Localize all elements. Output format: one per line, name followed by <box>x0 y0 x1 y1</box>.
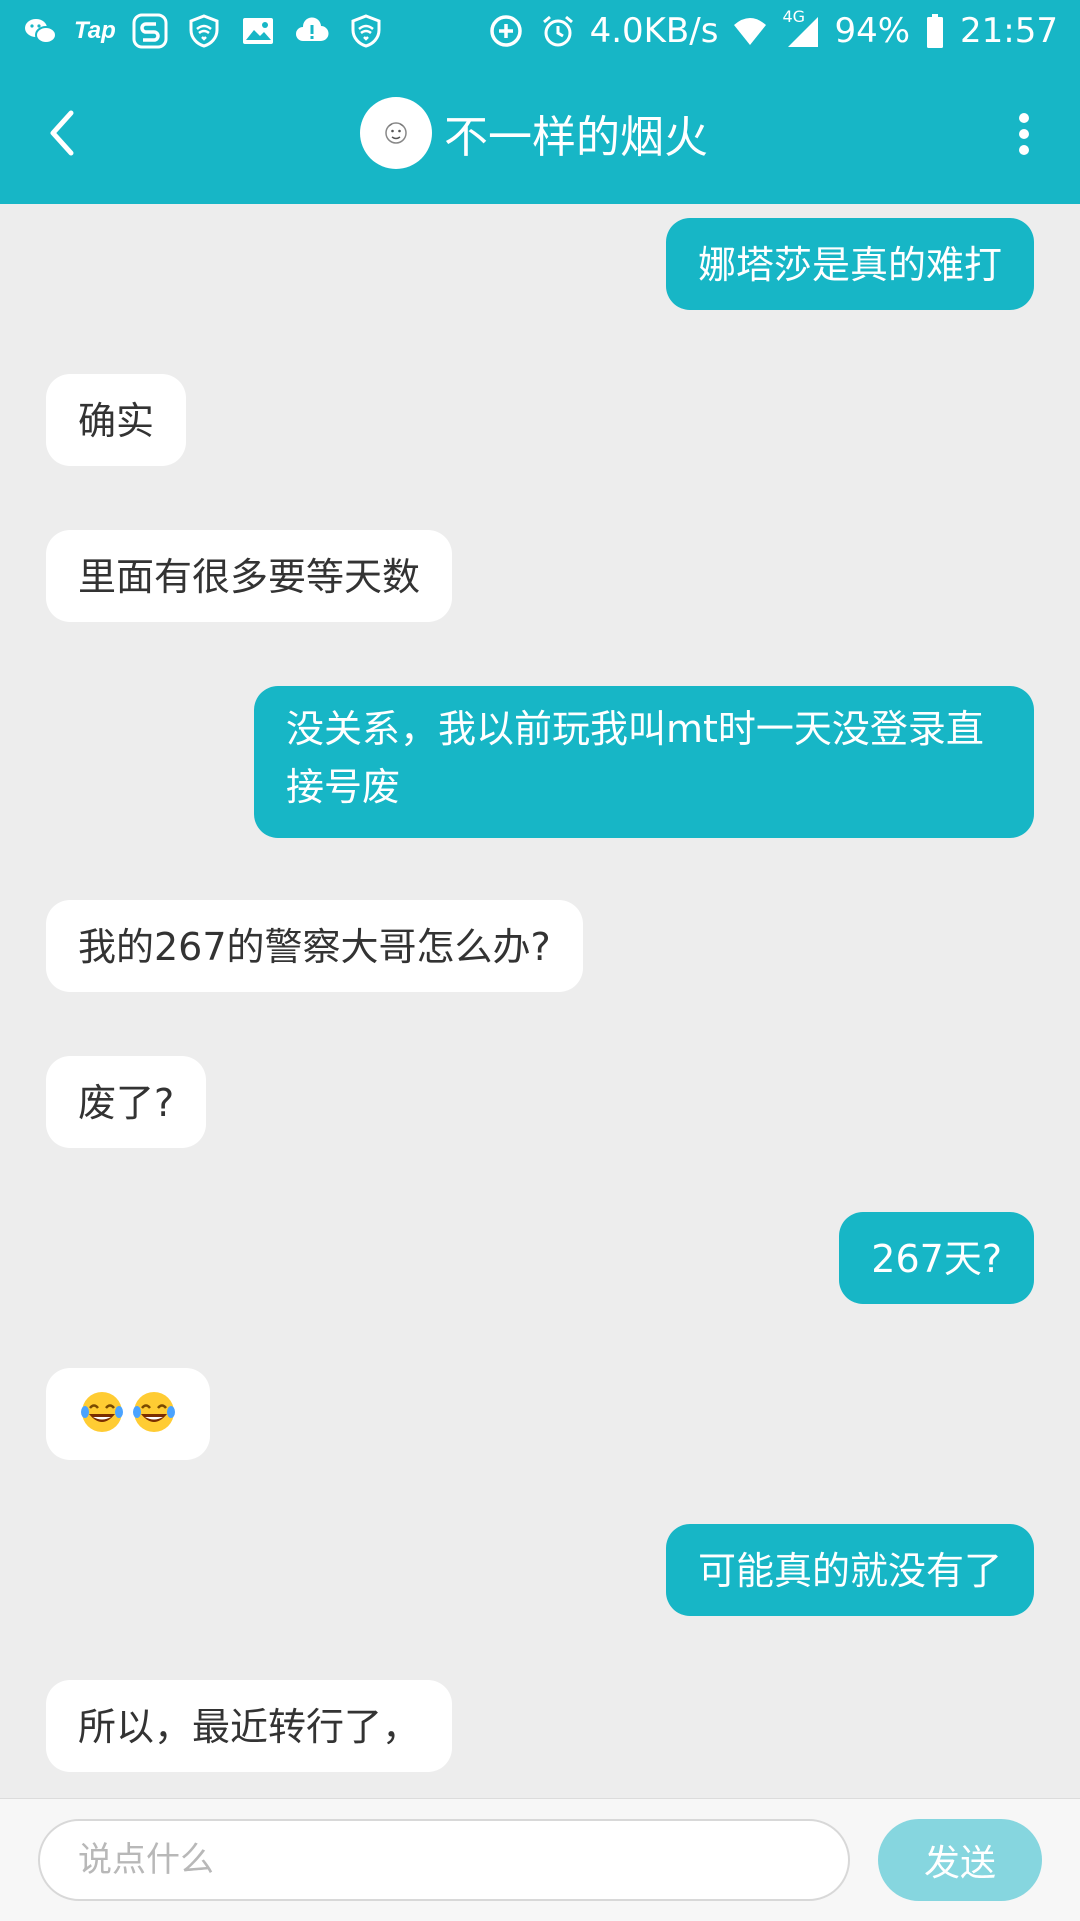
contact-title[interactable]: 不一样的烟火 <box>360 96 708 170</box>
message-bubble-sent[interactable]: 可能真的就没有了 <box>665 1524 1034 1616</box>
wechat-icon <box>20 11 60 51</box>
more-vertical-icon <box>1019 113 1029 155</box>
message-bubble-received[interactable]: 我的267的警察大哥怎么办? <box>46 900 583 992</box>
chevron-left-icon <box>50 110 74 156</box>
emoji-row <box>78 1388 178 1436</box>
message-bubble-received[interactable]: 废了? <box>46 1056 207 1148</box>
chat-header: 不一样的烟火 <box>0 62 1080 204</box>
message-list[interactable]: 娜塔莎是真的难打 确实 里面有很多要等天数 没关系，我以前玩我叫mt时一天没登录… <box>0 204 1080 1798</box>
vpn-shield-icon <box>184 11 224 51</box>
image-icon <box>238 11 278 51</box>
clock: 21:57 <box>960 11 1058 51</box>
avatar[interactable] <box>360 97 432 169</box>
wifi-icon <box>730 11 770 51</box>
vpn-shield-icon <box>346 11 386 51</box>
status-left: Tap <box>20 0 386 62</box>
cloud-icon <box>292 11 332 51</box>
battery-icon <box>922 11 948 51</box>
message-composer: 发送 <box>0 1798 1080 1921</box>
battery-percent: 94% <box>834 11 911 51</box>
network-type: 4G <box>782 7 806 26</box>
message-input[interactable] <box>38 1819 850 1901</box>
message-bubble-sent[interactable]: 没关系，我以前玩我叫mt时一天没登录直接号废 <box>254 686 1034 838</box>
signal-icon: 4G <box>782 7 822 51</box>
message-bubble-received[interactable] <box>46 1368 210 1460</box>
status-right: 4.0KB/s 4G 94% 21:57 <box>486 0 1058 62</box>
alarm-icon <box>538 11 578 51</box>
data-saver-icon <box>486 11 526 51</box>
page-title: 不一样的烟火 <box>444 112 708 163</box>
message-bubble-received[interactable]: 确实 <box>46 374 187 466</box>
laughing-tears-emoji-icon <box>133 1392 175 1432</box>
network-speed: 4.0KB/s <box>589 11 719 51</box>
message-bubble-received[interactable]: 所以，最近转行了， <box>46 1680 453 1772</box>
more-options-button[interactable] <box>1004 102 1044 166</box>
s-icon <box>130 11 170 51</box>
status-bar: Tap 4.0KB/s 4G 94% 21:57 <box>0 0 1080 62</box>
message-bubble-received[interactable]: 里面有很多要等天数 <box>46 530 453 622</box>
laughing-tears-emoji-icon <box>81 1392 123 1432</box>
avatar-face-icon <box>385 122 407 144</box>
message-bubble-sent[interactable]: 娜塔莎是真的难打 <box>665 218 1034 310</box>
message-bubble-sent[interactable]: 267天? <box>839 1212 1034 1304</box>
send-button[interactable]: 发送 <box>878 1819 1042 1901</box>
tap-icon: Tap <box>74 17 116 44</box>
back-button[interactable] <box>28 98 98 168</box>
